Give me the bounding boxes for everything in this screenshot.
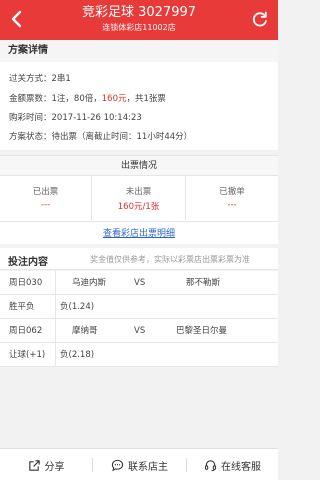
- match-id: 周日062: [0, 319, 56, 343]
- refresh-icon[interactable]: [250, 9, 270, 29]
- online-service-button[interactable]: 在线客服: [187, 449, 278, 480]
- vs-label: VS: [134, 326, 146, 336]
- share-icon: [28, 459, 40, 471]
- amount-price: 160元: [101, 94, 127, 104]
- ticket-col-pending: 未出票 160元/1张: [92, 176, 186, 220]
- online-service-label: 在线客服: [221, 461, 261, 473]
- ticket-col-value: ---: [227, 200, 237, 210]
- amount-tickets: ，共1张票: [126, 94, 166, 104]
- ticket-col-label: 已撤单: [219, 187, 245, 197]
- odd-row: 胜平负 负(1.24): [0, 295, 278, 319]
- amount-label: 金额票数：: [9, 94, 52, 104]
- pass-value: 2串1: [51, 74, 71, 84]
- ticket-col-cancelled: 已撤单 ---: [186, 176, 278, 220]
- pass-row: 过关方式：2串1: [9, 73, 71, 85]
- headset-icon: [204, 459, 217, 471]
- ticket-col-label: 已出票: [32, 187, 59, 197]
- buy-time-label: 购彩时间：: [9, 113, 52, 123]
- ticket-col-label: 未出票: [125, 187, 152, 197]
- ticket-title: 出票情况: [0, 156, 278, 176]
- pick-odds: 负(2.18): [60, 350, 95, 360]
- share-label: 分享: [44, 461, 65, 473]
- share-button[interactable]: 分享: [0, 449, 92, 480]
- ticket-card: 出票情况 已出票 --- 未出票 160元/1张 已撤单 --- 查看彩店出票明…: [0, 155, 278, 244]
- ticket-col-value: ---: [40, 200, 51, 210]
- status-label: 方案状态：: [9, 132, 52, 142]
- bets-title: 投注内容: [8, 257, 48, 268]
- details-card: 过关方式：2串1 金额票数：1注，80倍，160元，共1张票 购彩时间：2017…: [0, 62, 278, 150]
- chat-bubble-icon: [111, 459, 124, 471]
- play-type: 让球(+1): [0, 343, 56, 367]
- ticket-col-value: 160元/1张: [117, 202, 160, 212]
- vs-label: VS: [134, 278, 146, 288]
- home-team: 摩纳哥: [72, 326, 98, 336]
- play-type: 胜平负: [0, 295, 56, 319]
- match-row: 周日030 乌迪内斯 VS 那不勒斯: [0, 271, 278, 295]
- contact-owner-label: 联系店主: [128, 461, 168, 473]
- buy-time-value: 2017-11-26 10:14:23: [51, 113, 142, 123]
- match-id: 周日030: [0, 271, 56, 295]
- contact-owner-button[interactable]: 联系店主: [93, 449, 186, 480]
- home-team: 乌迪内斯: [72, 278, 107, 288]
- bottom-toolbar: 分享 联系店主 在线客服: [0, 448, 278, 480]
- section-title-details: 方案详情: [0, 40, 278, 62]
- ticket-detail-link[interactable]: 查看彩店出票明细: [0, 221, 278, 245]
- bets-header: 投注内容 奖金值仅供参考，实际以彩票店出票彩票为准: [0, 248, 278, 270]
- pick-odds: 负(1.24): [60, 302, 95, 312]
- ticket-col-issued: 已出票 ---: [0, 176, 92, 220]
- away-team: 巴黎圣日尔曼: [176, 326, 228, 336]
- store-name: 连锁体彩店11002店: [102, 23, 176, 32]
- amount-row: 金额票数：1注，80倍，160元，共1张票: [9, 93, 166, 105]
- pass-label: 过关方式：: [9, 74, 52, 84]
- match-row: 周日062 摩纳哥 VS 巴黎圣日尔曼: [0, 319, 278, 343]
- away-team: 那不勒斯: [186, 278, 221, 288]
- amount-bets: 1注，80倍，: [51, 94, 102, 104]
- status-row: 方案状态：待出票（离截止时间：11小时44分）: [9, 131, 192, 143]
- odd-row: 让球(+1) 负(2.18): [0, 343, 278, 367]
- buy-time-row: 购彩时间：2017-11-26 10:14:23: [9, 112, 142, 124]
- status-value: 待出票（离截止时间：11小时44分）: [51, 132, 193, 142]
- page-title: 竞彩足球 3027997: [81, 5, 197, 20]
- top-bar: 竞彩足球 3027997 连锁体彩店11002店: [0, 0, 278, 40]
- bets-note: 奖金值仅供参考，实际以彩票店出票彩票为准: [90, 255, 250, 264]
